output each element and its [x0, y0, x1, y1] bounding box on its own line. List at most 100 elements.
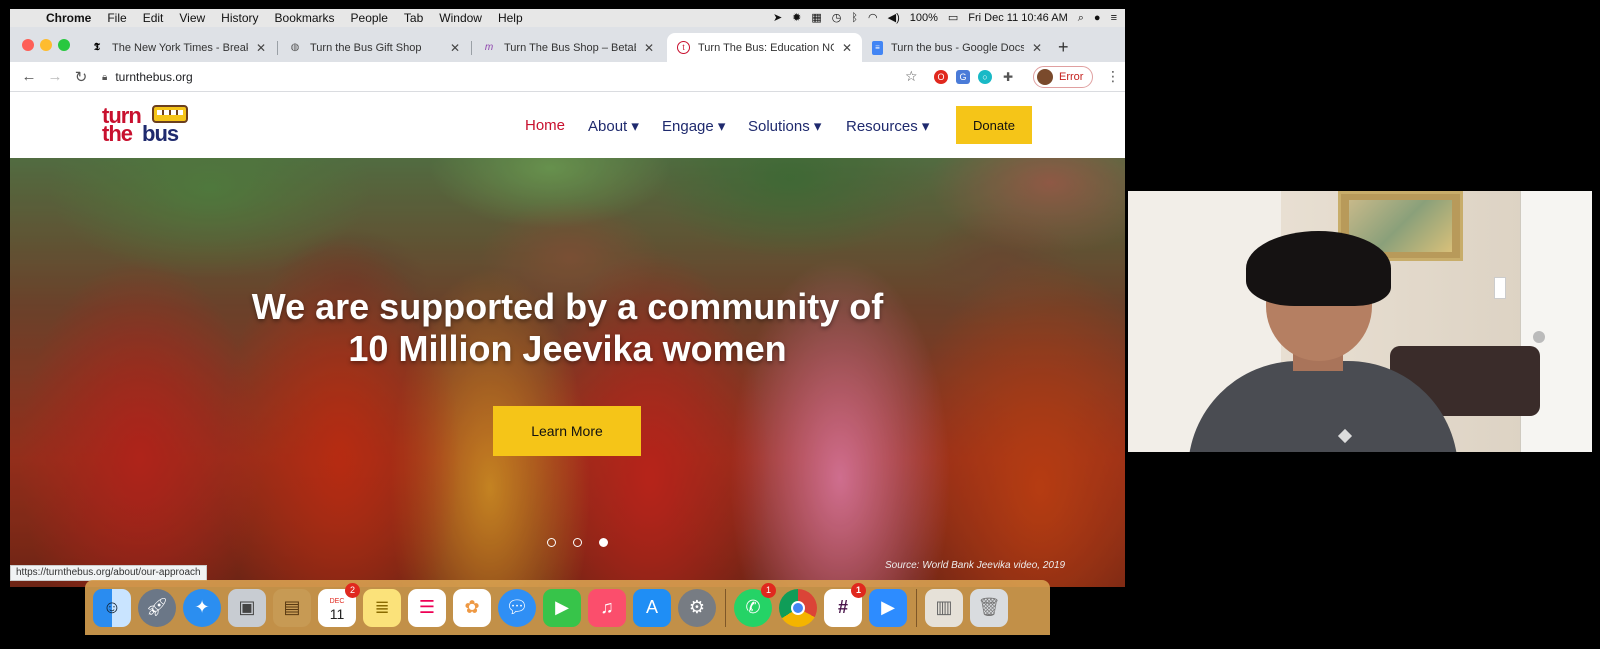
nav-about[interactable]: About ▾	[588, 117, 639, 135]
slide-dot-1[interactable]	[547, 538, 556, 547]
back-arrow-icon[interactable]: ←	[16, 68, 42, 85]
translate-extension-icon[interactable]: G	[956, 70, 970, 84]
messages-icon[interactable]: 💬︎	[498, 588, 536, 627]
facetime-icon[interactable]: ▶	[543, 588, 581, 627]
menu-tab[interactable]: Tab	[396, 11, 431, 25]
menu-help[interactable]: Help	[490, 11, 531, 25]
address-bar[interactable]: 🔒︎ turnthebus.org	[102, 66, 922, 88]
avatar	[1037, 69, 1053, 85]
preview-photo-icon[interactable]: ▣	[228, 588, 266, 627]
hero-slider: We are supported by a community of 10 Mi…	[10, 158, 1125, 587]
display-icon[interactable]: ▦	[811, 12, 821, 24]
reminders-icon[interactable]: ☰	[408, 588, 446, 627]
close-window-button[interactable]	[22, 39, 34, 51]
tab-betabus-shop[interactable]: m Turn The Bus Shop – BetaBus ✕	[472, 33, 664, 62]
m-logo-icon: m	[484, 42, 494, 53]
menu-window[interactable]: Window	[431, 11, 490, 25]
lock-icon[interactable]: 🔒︎	[102, 72, 107, 83]
slide-dot-3-active[interactable]	[599, 538, 608, 547]
app-store-icon[interactable]: A	[633, 588, 671, 627]
tab-close-icon[interactable]: ✕	[256, 41, 266, 55]
notes-icon[interactable]: ≣	[363, 588, 401, 627]
hero-photo-women-group	[10, 158, 1125, 587]
slack-badge: 1	[851, 582, 866, 598]
whatsapp-icon[interactable]: ✆ 1	[734, 582, 776, 627]
menu-bookmarks[interactable]: Bookmarks	[267, 11, 343, 25]
music-icon[interactable]: ♫	[588, 588, 626, 627]
menu-app-name[interactable]: Chrome	[38, 11, 99, 25]
turnthebus-logo[interactable]: turn the bus	[102, 103, 192, 146]
nav-solutions-label: Solutions	[748, 118, 810, 135]
calendar-icon[interactable]: DEC 11 2	[318, 582, 360, 627]
tab-close-icon[interactable]: ✕	[842, 41, 852, 55]
spotlight-icon[interactable]: ⌕	[1078, 12, 1084, 24]
safari-icon[interactable]: ✦	[183, 588, 221, 627]
menu-file[interactable]: File	[99, 11, 134, 25]
chrome-icon[interactable]	[779, 588, 817, 627]
tab-close-icon[interactable]: ✕	[1032, 41, 1042, 55]
logo-word-bus: bus	[142, 121, 179, 146]
finder-icon[interactable]: ☺	[93, 588, 131, 627]
time-machine-icon[interactable]: ◷	[832, 12, 842, 24]
tab-close-icon[interactable]: ✕	[450, 41, 460, 55]
calendar-badge: 2	[345, 582, 360, 598]
tab-turnthebus-active[interactable]: t Turn The Bus: Education NGO ✕	[667, 33, 862, 62]
person-hair	[1246, 231, 1391, 306]
tab-google-docs[interactable]: ≡ Turn the bus - Google Docs ✕	[862, 33, 1052, 62]
chevron-down-icon: ▾	[717, 118, 726, 135]
nav-engage[interactable]: Engage ▾	[662, 117, 725, 135]
tab-nytimes[interactable]: 𝕿 The New York Times - Breaking ✕	[80, 33, 276, 62]
tab-close-icon[interactable]: ✕	[644, 41, 654, 55]
launchpad-icon[interactable]: 🚀︎	[138, 588, 176, 627]
folder-icon[interactable]: ▤	[273, 588, 311, 627]
menu-view[interactable]: View	[171, 11, 213, 25]
wifi-icon[interactable]: ◠	[868, 12, 878, 24]
tab-title: The New York Times - Breaking	[112, 41, 248, 54]
trash-icon[interactable]: 🗑︎	[970, 588, 1008, 627]
downloads-stack-icon[interactable]: ▥	[925, 588, 963, 627]
user-account-icon[interactable]: ●	[1094, 12, 1101, 24]
opera-extension-icon[interactable]: O	[934, 70, 948, 84]
battery-icon[interactable]: ▭	[948, 12, 958, 24]
menu-people[interactable]: People	[343, 11, 396, 25]
photos-icon[interactable]: ✿	[453, 588, 491, 627]
new-tab-button[interactable]: +	[1058, 37, 1069, 58]
donate-button[interactable]: Donate	[956, 106, 1032, 144]
volume-icon[interactable]: ◀)	[888, 12, 900, 24]
menu-history[interactable]: History	[213, 11, 266, 25]
reload-icon[interactable]: ↻	[68, 68, 94, 86]
slide-dot-2[interactable]	[573, 538, 582, 547]
nav-solutions[interactable]: Solutions ▾	[748, 117, 821, 135]
slack-icon[interactable]: #1	[824, 582, 866, 627]
extension-ring-icon[interactable]: ○	[978, 70, 992, 84]
link-status-bubble: https://turnthebus.org/about/our-approac…	[10, 565, 207, 581]
bookmark-star-icon[interactable]: ☆	[905, 68, 918, 85]
location-icon[interactable]: ➤	[773, 12, 782, 24]
nav-home-label: Home	[525, 117, 566, 134]
learn-more-button[interactable]: Learn More	[493, 406, 641, 456]
tab-gift-shop[interactable]: ◍ Turn the Bus Gift Shop ✕	[278, 33, 470, 62]
nav-home[interactable]: Home	[525, 117, 565, 134]
site-header: turn the bus Home About ▾ Engage ▾ Solut…	[10, 93, 1125, 158]
chevron-down-icon: ▾	[631, 118, 639, 135]
address-url[interactable]: turnthebus.org	[115, 70, 192, 84]
notification-center-icon[interactable]: ≡	[1111, 12, 1117, 24]
system-preferences-icon[interactable]: ⚙	[678, 588, 716, 627]
menu-edit[interactable]: Edit	[135, 11, 172, 25]
turnthebus-icon: t	[677, 41, 690, 54]
chrome-menu-icon[interactable]: ⋮	[1106, 68, 1120, 85]
minimize-window-button[interactable]	[40, 39, 52, 51]
zoom-icon[interactable]: ▶	[869, 588, 907, 627]
profile-error-button[interactable]: Error	[1033, 66, 1093, 88]
forward-arrow-icon[interactable]: →	[42, 68, 68, 85]
wall-switch	[1494, 277, 1506, 299]
whatsapp-badge: 1	[761, 582, 776, 598]
brightness-icon[interactable]: ✹	[792, 12, 801, 24]
mac-dock: ☺ 🚀︎ ✦ ▣ ▤ DEC 11 2 ≣ ☰ ✿ 💬︎ ▶ ♫ A ⚙ ✆ 1 …	[85, 580, 1050, 635]
logo-word-the: the	[102, 121, 133, 146]
bluetooth-icon[interactable]: ᛒ	[851, 12, 858, 24]
menu-clock[interactable]: Fri Dec 11 10:46 AM	[968, 12, 1067, 24]
nav-resources[interactable]: Resources ▾	[846, 117, 929, 135]
puzzle-extensions-icon[interactable]: ✚	[1001, 70, 1015, 84]
zoom-window-button[interactable]	[58, 39, 70, 51]
